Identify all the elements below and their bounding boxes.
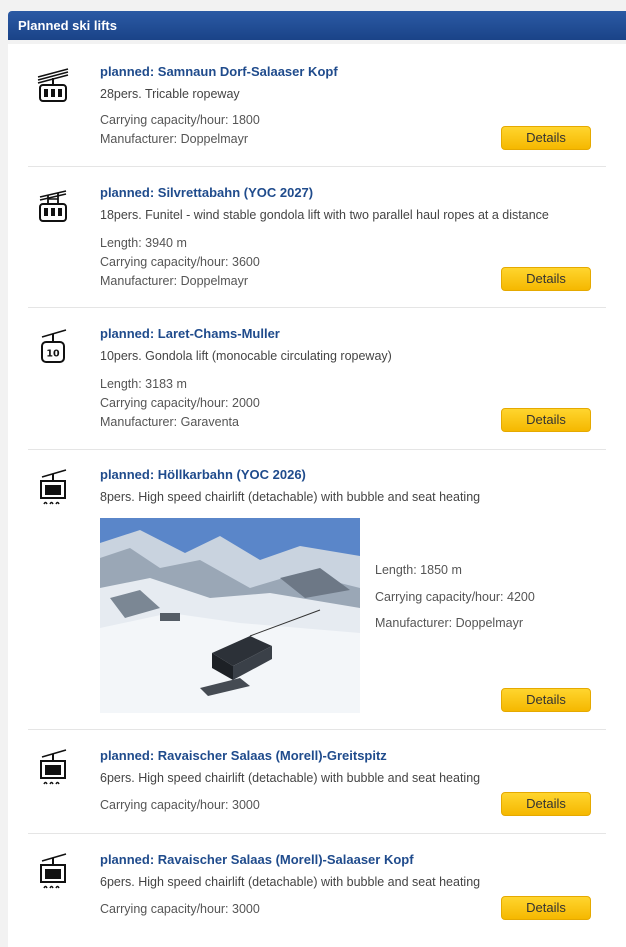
lift-specs: Carrying capacity/hour: 3000: [100, 796, 260, 815]
lift-manufacturer: Manufacturer: Doppelmayr: [100, 132, 248, 146]
lift-specs: Length: 3183 m Carrying capacity/hour: 2…: [100, 375, 260, 432]
chairlift-bubble-heated-icon: [36, 852, 70, 892]
lift-manufacturer: Manufacturer: Garaventa: [100, 415, 239, 429]
lift-item: planned: Ravaischer Salaas (Morell)-Sala…: [28, 834, 606, 947]
lift-length: Length: 3183 m: [100, 377, 187, 391]
lift-length: Length: 1850 m: [375, 563, 462, 577]
section-header: Planned ski lifts: [8, 11, 626, 40]
details-button[interactable]: Details: [501, 408, 591, 432]
section-title: Planned ski lifts: [18, 18, 117, 33]
details-button[interactable]: Details: [501, 688, 591, 712]
lift-description: 8pers. High speed chairlift (detachable)…: [100, 490, 481, 504]
lift-specs: Length: 1850 m Carrying capacity/hour: 4…: [375, 557, 535, 637]
lift-manufacturer: Manufacturer: Doppelmayr: [375, 616, 523, 630]
lift-description: 28pers. Tricable ropeway: [100, 87, 240, 101]
lift-description: 6pers. High speed chairlift (detachable)…: [100, 771, 481, 785]
lift-capacity: Carrying capacity/hour: 3000: [100, 798, 260, 812]
details-button[interactable]: Details: [501, 792, 591, 816]
lift-capacity: Carrying capacity/hour: 3000: [100, 902, 260, 916]
lift-specs: Length: 3940 m Carrying capacity/hour: 3…: [100, 234, 260, 291]
details-button[interactable]: Details: [501, 267, 591, 291]
lift-capacity: Carrying capacity/hour: 3600: [100, 255, 260, 269]
lift-list: planned: Samnaun Dorf-Salaaser Kopf 28pe…: [8, 44, 626, 947]
lift-specs: Carrying capacity/hour: 1800 Manufacture…: [100, 111, 260, 149]
lift-description: 10pers. Gondola lift (monocable circulat…: [100, 349, 392, 363]
lift-title[interactable]: planned: Silvrettabahn (YOC 2027): [100, 185, 313, 200]
lift-manufacturer: Manufacturer: Doppelmayr: [100, 274, 248, 288]
lift-title[interactable]: planned: Höllkarbahn (YOC 2026): [100, 467, 306, 482]
lift-item: planned: Ravaischer Salaas (Morell)-Grei…: [28, 730, 606, 834]
gondola-icon: 10: [36, 328, 70, 368]
lift-item: planned: Silvrettabahn (YOC 2027) 18pers…: [28, 167, 606, 308]
details-button[interactable]: Details: [501, 126, 591, 150]
lift-capacity: Carrying capacity/hour: 4200: [375, 589, 535, 604]
lift-specs: Carrying capacity/hour: 3000: [100, 900, 260, 919]
lift-title[interactable]: planned: Ravaischer Salaas (Morell)-Grei…: [100, 748, 387, 763]
lift-capacity: Carrying capacity/hour: 2000: [100, 396, 260, 410]
chairlift-bubble-heated-icon: [36, 748, 70, 788]
lift-rendering-image: [100, 518, 360, 713]
funitel-icon: [36, 189, 70, 229]
gondola-capacity-label: 10: [46, 349, 60, 360]
lift-title[interactable]: planned: Laret-Chams-Muller: [100, 326, 280, 341]
details-button[interactable]: Details: [501, 896, 591, 920]
lift-description: 18pers. Funitel - wind stable gondola li…: [100, 208, 549, 222]
lift-length: Length: 3940 m: [100, 236, 187, 250]
lift-item: 10 planned: Laret-Chams-Muller 10pers. G…: [28, 308, 606, 450]
lift-item: planned: Samnaun Dorf-Salaaser Kopf 28pe…: [28, 44, 606, 167]
chairlift-bubble-heated-icon: [36, 468, 70, 508]
lift-title[interactable]: planned: Ravaischer Salaas (Morell)-Sala…: [100, 852, 414, 867]
lift-item: planned: Höllkarbahn (YOC 2026) 8pers. H…: [28, 450, 606, 730]
lift-capacity: Carrying capacity/hour: 1800: [100, 113, 260, 127]
lift-title[interactable]: planned: Samnaun Dorf-Salaaser Kopf: [100, 64, 338, 79]
lift-description: 6pers. High speed chairlift (detachable)…: [100, 875, 481, 889]
tricable-ropeway-icon: [36, 68, 70, 108]
